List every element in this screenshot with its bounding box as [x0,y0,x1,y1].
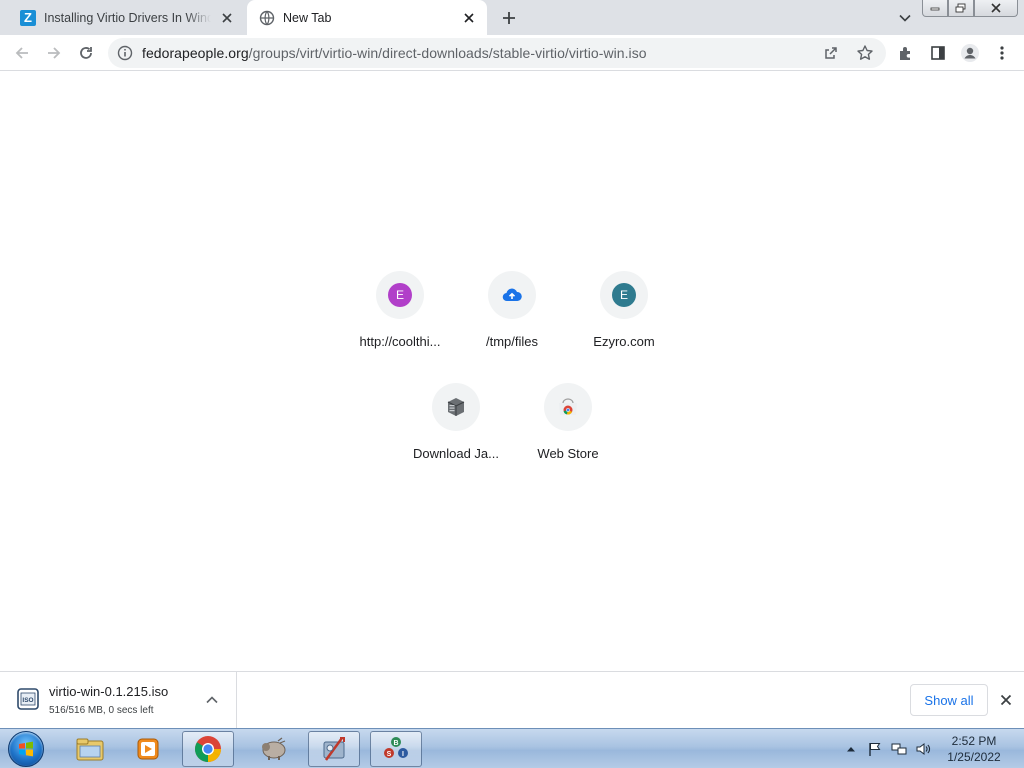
svg-text:ISO: ISO [22,697,33,704]
system-tools-icon [323,737,345,761]
extensions-button[interactable] [892,39,920,67]
shortcut-coolthings[interactable]: E http://coolthi... [344,271,456,383]
arrow-left-icon [15,47,28,59]
taskbar-chrome[interactable] [182,731,234,767]
shortcut-label: Web Store [537,446,599,461]
taskbar-app-sbi[interactable]: BS I [370,731,422,767]
windows-taskbar: BS I 2:52 PM 1/25/2022 [0,728,1024,768]
sbi-app-icon: BS I [384,737,408,758]
globe-icon [259,10,275,26]
system-tray [842,729,938,768]
download-filename: virtio-win-0.1.215.iso [49,684,169,699]
chrome-icon [195,736,222,763]
taskbar-app-tools[interactable] [308,731,360,767]
taskbar-explorer[interactable] [64,731,116,767]
forward-button[interactable] [40,39,68,67]
back-button[interactable] [8,39,36,67]
window-close-button[interactable] [974,0,1018,17]
shortcut-tmp-files[interactable]: /tmp/files [456,271,568,383]
folder-icon [76,738,104,761]
triangle-up-icon [847,747,855,752]
download-shelf: ISO virtio-win-0.1.215.iso 516/516 MB, 0… [0,671,1024,728]
shortcut-icon [432,383,480,431]
shortcut-label: /tmp/files [485,334,538,349]
start-button[interactable] [4,730,48,768]
shortcut-icon [544,383,592,431]
chevron-down-icon [899,14,911,22]
restore-button[interactable] [948,0,974,17]
side-panel-button[interactable] [924,39,952,67]
show-hidden-icons-button[interactable] [842,740,860,758]
tab-installing-virtio[interactable]: Z Installing Virtio Drivers In Windo [8,0,245,35]
close-icon[interactable] [459,8,479,28]
windows-logo-icon [8,731,44,767]
shortcut-download-java[interactable]: Download Ja... [400,383,512,495]
minimize-icon [930,7,940,11]
taskbar-app-sheep[interactable] [248,731,300,767]
tab-search-button[interactable] [894,7,916,29]
download-item[interactable]: ISO virtio-win-0.1.215.iso 516/516 MB, 0… [0,672,237,728]
shortcut-icon [488,271,536,319]
volume-icon[interactable] [914,740,932,758]
iso-file-icon: ISO [16,687,40,711]
chrome-webstore-icon [559,398,577,415]
network-icon[interactable] [890,740,908,758]
sheep-app-icon [262,737,286,760]
puzzle-icon [900,47,910,60]
letter-avatar-icon: E [388,283,412,307]
shortcut-label: Ezyro.com [593,334,655,349]
menu-button[interactable] [988,39,1016,67]
download-status: 516/516 MB, 0 secs left [49,705,154,716]
svg-text:S: S [387,751,392,758]
taskbar-media-player[interactable] [122,731,174,767]
profile-button[interactable] [956,39,984,67]
svg-text:I: I [402,751,404,758]
url-domain: fedorapeople.org [142,45,249,61]
shortcut-web-store[interactable]: Web Store [512,383,624,495]
clock-date: 1/25/2022 [947,750,1001,764]
close-icon [991,3,1001,13]
zimbra-z-icon: Z [20,9,36,26]
url-text[interactable]: fedorapeople.org/groups/virt/virtio-win/… [142,45,647,61]
close-icon[interactable] [996,690,1016,710]
url-path: /groups/virt/virtio-win/direct-downloads… [248,45,647,61]
cloud-upload-icon [502,288,522,302]
bookmark-star-icon[interactable] [856,44,874,62]
shortcut-label: Download Ja... [413,446,499,461]
tab-new-tab[interactable]: New Tab [247,0,487,35]
shortcut-label: http://coolthi... [359,334,441,349]
server-box-icon [447,398,465,416]
shortcut-icon: E [376,271,424,319]
action-center-flag-icon[interactable] [866,740,884,758]
minimize-button[interactable] [922,0,948,17]
tab-title: Installing Virtio Drivers In Windo [44,10,211,25]
restore-icon [955,3,966,13]
browser-toolbar: fedorapeople.org/groups/virt/virtio-win/… [0,35,1024,71]
side-panel-icon [931,46,945,60]
reload-button[interactable] [72,39,100,67]
arrow-right-icon [48,47,61,59]
svg-text:B: B [393,740,398,747]
address-bar[interactable]: fedorapeople.org/groups/virt/virtio-win/… [108,38,886,68]
close-icon[interactable] [217,8,237,28]
new-tab-button[interactable] [497,6,521,30]
clock-time: 2:52 PM [951,734,997,748]
chevron-up-icon[interactable] [203,691,221,709]
letter-avatar-icon: E [612,283,636,307]
shortcut-icon: E [600,271,648,319]
kebab-menu-icon [1000,46,1004,60]
media-player-icon [137,738,159,760]
favicon-letter: Z [20,9,36,26]
tab-title: New Tab [283,10,332,25]
profile-avatar-icon [961,44,979,62]
share-icon[interactable] [822,44,840,62]
reload-icon [80,47,92,59]
taskbar-clock[interactable]: 2:52 PM 1/25/2022 [936,733,1012,765]
window-controls [922,0,1018,17]
tab-strip: Z Installing Virtio Drivers In Windo New… [0,0,1024,35]
show-all-button[interactable]: Show all [910,684,988,716]
info-icon[interactable] [117,45,133,61]
plus-icon [503,12,515,24]
shortcut-ezyro[interactable]: E Ezyro.com [568,271,680,383]
